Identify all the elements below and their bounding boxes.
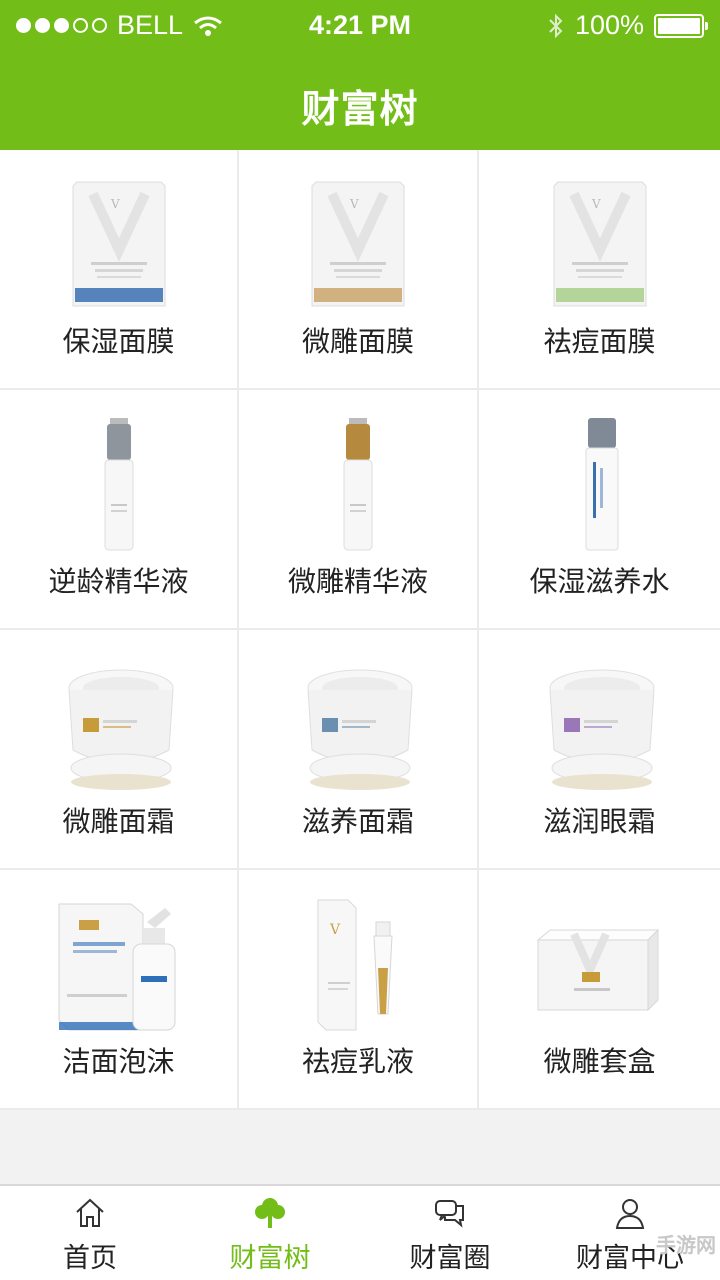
product-grid: V 保湿面膜 V 微雕面膜 V 祛痘面膜 逆龄精华液 微雕精华液 保湿滋养水 微… <box>0 150 720 1110</box>
header-bar: BELL 4:21 PM 100% 财富树 <box>0 0 720 150</box>
tab-label: 财富圈 <box>409 1243 491 1274</box>
product-item[interactable]: V 保湿面膜 <box>0 150 239 390</box>
app-screen: BELL 4:21 PM 100% 财富树 V 保湿面膜 V 微雕面膜 V 祛痘… <box>0 0 720 1280</box>
product-label: 洁面泡沫 <box>62 1045 175 1078</box>
product-image <box>278 658 438 794</box>
battery-icon <box>654 13 708 38</box>
status-right: 100% <box>547 10 708 41</box>
product-item[interactable]: 滋养面霜 <box>239 630 479 870</box>
product-label: 保湿滋养水 <box>529 565 670 598</box>
svg-text:V: V <box>329 922 341 938</box>
product-label: 逆龄精华液 <box>48 565 189 598</box>
product-image: V <box>39 178 199 314</box>
product-label: 祛痘乳液 <box>301 1045 414 1078</box>
product-image <box>278 418 438 554</box>
product-item[interactable]: V 祛痘面膜 <box>479 150 720 390</box>
product-item[interactable]: 微雕套盒 <box>479 870 720 1110</box>
product-item[interactable]: 微雕精华液 <box>239 390 479 630</box>
product-label: 祛痘面膜 <box>543 325 656 358</box>
tab-3[interactable]: 财富圈 <box>360 1186 540 1280</box>
product-image: V <box>278 898 438 1034</box>
product-label: 微雕套盒 <box>543 1045 656 1078</box>
product-label: 保湿面膜 <box>62 325 175 358</box>
product-label: 滋养面霜 <box>301 805 414 838</box>
bluetooth-icon <box>549 13 563 38</box>
product-label: 微雕面霜 <box>62 805 175 838</box>
product-image <box>39 898 199 1034</box>
product-label: 微雕精华液 <box>287 565 428 598</box>
page-title: 财富树 <box>301 87 419 131</box>
product-image <box>39 658 199 794</box>
product-item[interactable]: 微雕面霜 <box>0 630 239 870</box>
tab-1[interactable]: 首页 <box>0 1186 180 1280</box>
watermark: 手游网 <box>656 1233 716 1257</box>
product-item[interactable]: 洁面泡沫 <box>0 870 239 1110</box>
product-image <box>520 418 680 554</box>
product-image: V <box>278 178 438 314</box>
product-label: 微雕面膜 <box>301 325 414 358</box>
product-item[interactable]: V 微雕面膜 <box>239 150 479 390</box>
tab-label: 财富树 <box>229 1243 311 1274</box>
product-image: V <box>520 178 680 314</box>
product-item[interactable]: 逆龄精华液 <box>0 390 239 630</box>
product-label: 滋润眼霜 <box>543 805 656 838</box>
product-image <box>520 898 680 1034</box>
product-image <box>520 658 680 794</box>
status-bar: BELL 4:21 PM 100% <box>0 0 720 50</box>
svg-text:V: V <box>110 197 120 211</box>
product-image <box>39 418 199 554</box>
svg-text:V: V <box>591 197 601 211</box>
product-item[interactable]: 滋润眼霜 <box>479 630 720 870</box>
tab-2[interactable]: 财富树 <box>180 1186 360 1280</box>
bottom-tab-bar: 首页 财富树 财富圈 财富中心 <box>0 1184 720 1280</box>
battery-percent: 100% <box>574 10 644 40</box>
product-item[interactable]: V 祛痘乳液 <box>239 870 479 1110</box>
tab-label: 首页 <box>63 1243 117 1274</box>
svg-text:V: V <box>349 197 359 211</box>
product-item[interactable]: 保湿滋养水 <box>479 390 720 630</box>
